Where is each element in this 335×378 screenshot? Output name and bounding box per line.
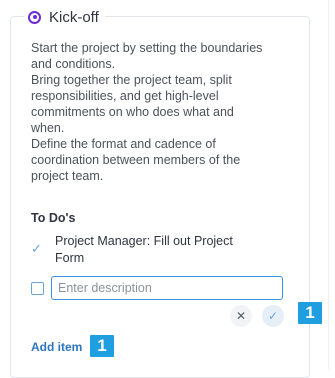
check-icon[interactable]: ✓ xyxy=(31,242,45,256)
todo-checkbox[interactable] xyxy=(31,281,44,295)
target-icon xyxy=(28,10,41,24)
close-icon: ✕ xyxy=(235,309,247,323)
description-input[interactable] xyxy=(51,276,283,300)
scrollbar-track xyxy=(328,0,329,369)
add-item-link[interactable]: Add item xyxy=(31,340,82,354)
phase-header: Kick-off xyxy=(24,6,105,28)
todo-item-text: Project Manager: Fill out Project Form xyxy=(55,234,233,265)
confirm-button[interactable]: ✓ xyxy=(262,305,284,327)
cancel-button[interactable]: ✕ xyxy=(230,305,252,327)
new-todo-row xyxy=(31,276,283,300)
phase-title: Kick-off xyxy=(49,8,99,26)
step-badge: 1 xyxy=(90,335,114,357)
check-icon: ✓ xyxy=(267,309,279,323)
todos-heading: To Do's xyxy=(31,211,76,225)
phase-description: Start the project by setting the boundar… xyxy=(31,41,263,183)
todo-item: ✓ Project Manager: Fill out Project Form xyxy=(31,233,271,267)
step-badge: 1 xyxy=(298,302,322,324)
